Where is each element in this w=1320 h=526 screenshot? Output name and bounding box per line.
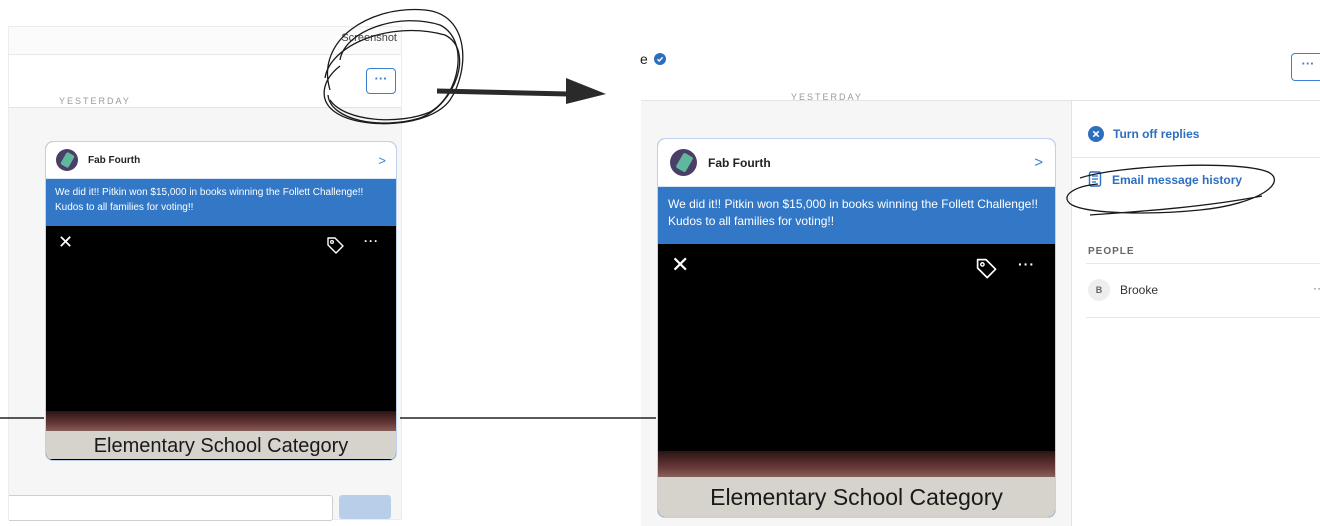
message-text: We did it!! Pitkin won $15,000 in books … (46, 179, 396, 226)
conversation-sidebar: Turn off replies Email message history P… (1071, 101, 1320, 526)
close-icon[interactable]: ✕ (58, 232, 73, 253)
people-heading: PEOPLE (1088, 246, 1135, 257)
arrow-shaft (436, 88, 569, 97)
turn-off-replies-label: Turn off replies (1113, 127, 1200, 141)
screenshot-label: Screenshot (341, 32, 397, 44)
arrow-head (566, 78, 606, 104)
date-divider: YESTERDAY (59, 96, 131, 106)
conversation-area: YESTERDAY Fab Fourth > We did it!! Pitki… (641, 92, 1071, 526)
photo-strip (46, 411, 396, 433)
sender-name: Fab Fourth (708, 155, 771, 170)
turn-off-replies-item[interactable]: Turn off replies (1088, 126, 1199, 142)
more-options-button[interactable]: ··· (366, 68, 396, 94)
person-row[interactable]: B Brooke (1088, 279, 1158, 301)
card-header[interactable]: Fab Fourth > (46, 142, 396, 179)
photo-caption: Elementary School Category (658, 477, 1055, 517)
email-history-item[interactable]: Email message history (1088, 171, 1242, 188)
send-button[interactable] (339, 495, 391, 519)
conversation-title: e (640, 51, 648, 67)
close-circle-icon (1088, 126, 1104, 142)
left-top-bar: Screenshot (9, 27, 401, 55)
chevron-right-icon[interactable]: > (378, 153, 386, 168)
verified-badge-icon (654, 53, 666, 65)
person-name: Brooke (1120, 283, 1159, 297)
message-card[interactable]: Fab Fourth > We did it!! Pitkin won $15,… (45, 141, 397, 461)
photo-caption: Elementary School Category (46, 431, 396, 459)
close-icon[interactable]: ✕ (671, 252, 689, 278)
message-card[interactable]: Fab Fourth > We did it!! Pitkin won $15,… (657, 138, 1056, 518)
divider (1086, 317, 1320, 318)
email-history-label: Email message history (1112, 172, 1243, 187)
divider (1086, 263, 1320, 264)
right-conversation-header: e ··· (640, 45, 1320, 101)
photo-strip (658, 451, 1055, 479)
sender-name: Fab Fourth (88, 154, 141, 166)
message-photo[interactable]: ✕ ··· Elementary School Category (658, 244, 1055, 517)
person-more-icon[interactable]: ·· (1313, 281, 1320, 295)
avatar: B (1088, 279, 1110, 301)
photo-more-icon[interactable]: ··· (364, 234, 379, 248)
photo-more-icon[interactable]: ··· (1018, 256, 1035, 272)
sender-avatar (56, 149, 78, 171)
document-icon (1088, 171, 1102, 187)
card-header[interactable]: Fab Fourth > (658, 139, 1055, 187)
message-input[interactable] (9, 495, 333, 521)
sender-avatar (670, 149, 697, 176)
more-options-button[interactable]: ··· (1291, 53, 1320, 81)
tag-icon[interactable] (325, 235, 345, 255)
message-text: We did it!! Pitkin won $15,000 in books … (658, 187, 1055, 244)
tag-icon[interactable] (974, 256, 998, 280)
left-screenshot-panel: Screenshot ··· YESTERDAY Fab Fourth > We… (8, 26, 402, 521)
chevron-right-icon[interactable]: > (1034, 154, 1043, 171)
message-photo[interactable]: ✕ ··· Elementary School Category (46, 226, 396, 459)
date-divider: YESTERDAY (791, 92, 863, 102)
